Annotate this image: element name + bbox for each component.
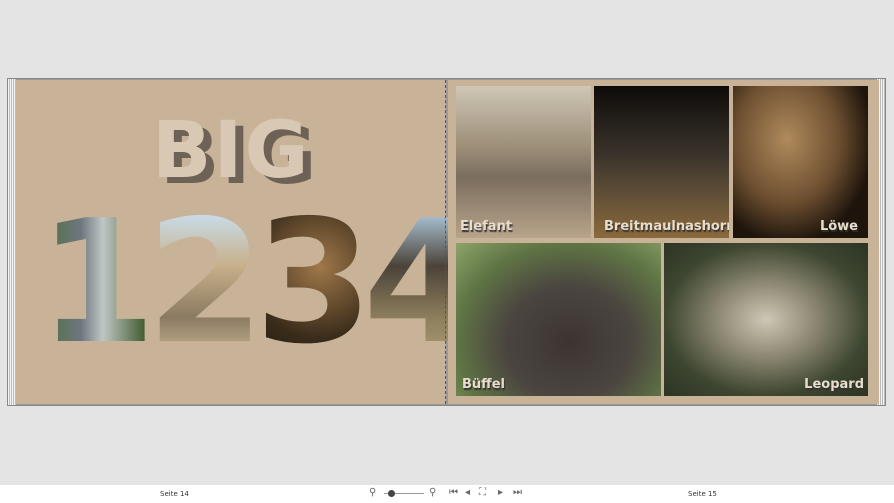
zoom-out-icon[interactable]: ⚲ bbox=[369, 487, 376, 498]
photo-leopard[interactable]: Leopard bbox=[664, 243, 868, 396]
next-page-icon[interactable]: ▸ bbox=[498, 487, 503, 498]
photo-elefant[interactable]: Elefant bbox=[456, 86, 591, 238]
bottom-toolbar: Seite 14 ⚲ ⚲ ⏮ ◂ ⛶ ▸ ⏭ Seite 15 bbox=[0, 485, 894, 503]
page-edge-left bbox=[8, 79, 16, 405]
fit-page-icon[interactable]: ⛶ bbox=[479, 487, 486, 498]
last-page-icon[interactable]: ⏭ bbox=[513, 487, 522, 498]
page-right[interactable]: Elefant Breitmaulnashorn Löwe Büffel Leo… bbox=[448, 80, 879, 404]
caption-bueffel: Büffel bbox=[462, 377, 505, 392]
zoom-in-icon[interactable]: ⚲ bbox=[429, 487, 436, 498]
page-label-right: Seite 15 bbox=[688, 490, 717, 498]
digit-1: 1 bbox=[38, 184, 156, 382]
caption-leopard: Leopard bbox=[804, 377, 864, 392]
caption-elefant: Elefant bbox=[460, 219, 513, 234]
digit-3: 3 bbox=[254, 184, 373, 382]
photo-book-spread: BIG 1 2 3 4 5 Elefant Breitmaulnashorn L… bbox=[7, 78, 886, 406]
photo-bueffel[interactable]: Büffel bbox=[456, 243, 661, 396]
title-big[interactable]: BIG bbox=[152, 106, 311, 196]
photo-loewe[interactable]: Löwe bbox=[733, 86, 868, 238]
caption-loewe: Löwe bbox=[819, 219, 858, 234]
spine-divider bbox=[445, 80, 446, 404]
digit-2: 2 bbox=[146, 184, 264, 382]
first-page-icon[interactable]: ⏮ bbox=[449, 487, 458, 498]
previous-page-icon[interactable]: ◂ bbox=[465, 487, 470, 498]
caption-breitmaulnashorn: Breitmaulnashorn bbox=[604, 219, 729, 234]
page-left[interactable]: BIG 1 2 3 4 5 bbox=[16, 80, 590, 404]
photo-breitmaulnashorn[interactable]: Breitmaulnashorn bbox=[594, 86, 729, 238]
zoom-slider-handle[interactable] bbox=[388, 490, 395, 497]
page-label-left: Seite 14 bbox=[160, 490, 189, 498]
zoom-slider[interactable] bbox=[384, 490, 424, 497]
